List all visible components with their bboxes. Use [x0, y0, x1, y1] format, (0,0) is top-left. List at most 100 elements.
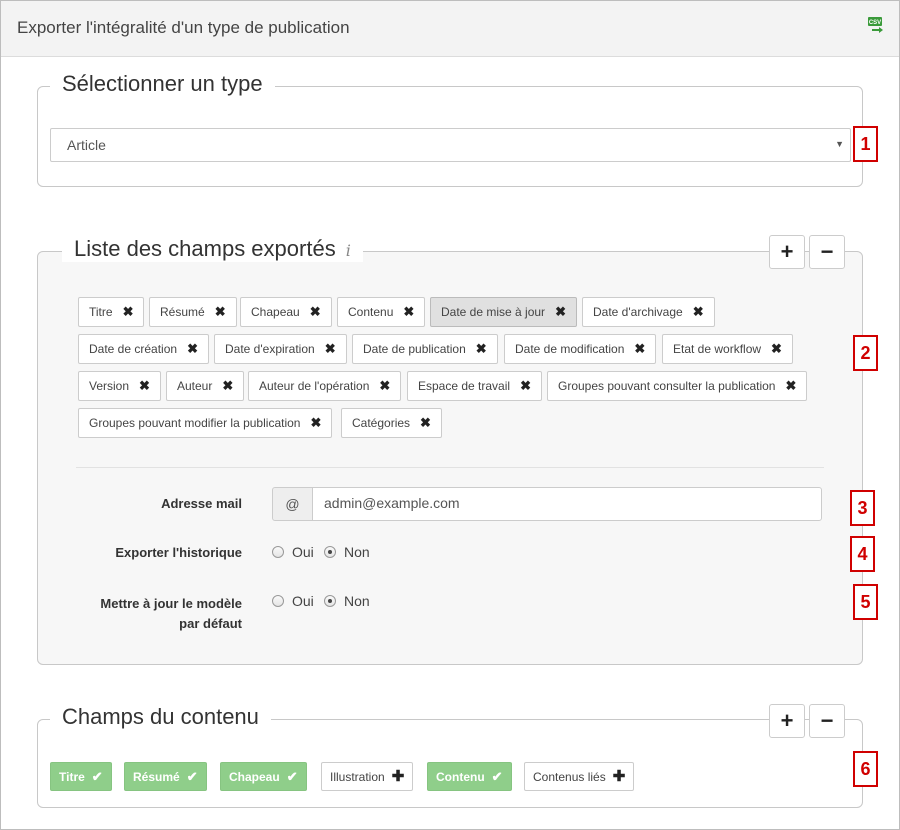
remove-icon[interactable]: ✖: [403, 304, 414, 319]
field-tag[interactable]: Etat de workflow ✖: [662, 334, 793, 364]
marker-4: 4: [850, 536, 875, 572]
field-tag-label: Auteur de l'opération: [259, 379, 370, 393]
history-no-label: Non: [344, 544, 370, 560]
fields-section-title: Liste des champs exportés: [74, 236, 336, 261]
remove-icon[interactable]: ✖: [325, 341, 336, 356]
remove-icon[interactable]: ✖: [785, 378, 796, 393]
email-input-group: @ admin@example.com: [272, 487, 822, 521]
dialog-title: Exporter l'intégralité d'un type de publ…: [17, 18, 350, 37]
field-tag[interactable]: Groupes pouvant consulter la publication…: [547, 371, 808, 401]
remove-icon[interactable]: ✖: [123, 304, 134, 319]
field-tag[interactable]: Auteur ✖: [166, 371, 245, 401]
content-section: Champs du contenu Titre ✔ Résumé ✔ Chapeau…: [37, 704, 863, 808]
type-section: Sélectionner un type Article ▼: [37, 71, 863, 187]
field-tag-label: Date de publication: [363, 342, 466, 356]
content-field-illustration[interactable]: Illustration ✚: [321, 762, 414, 791]
content-field-contenu[interactable]: Contenu ✔: [427, 762, 512, 791]
default-no-radio[interactable]: [324, 595, 336, 607]
chevron-down-icon: ▼: [835, 139, 844, 149]
field-tag[interactable]: Auteur de l'opération ✖: [248, 371, 402, 401]
field-tag[interactable]: Titre ✖: [78, 297, 145, 327]
default-no-label: Non: [344, 593, 370, 609]
remove-icon[interactable]: ✖: [555, 304, 566, 319]
fields-section-legend: Liste des champs exportés i: [62, 236, 363, 262]
default-yes-radio[interactable]: [272, 595, 284, 607]
field-tag[interactable]: Date d'expiration ✖: [214, 334, 347, 364]
marker-5: 5: [853, 584, 878, 620]
content-field-label: Illustration: [330, 770, 385, 784]
remove-icon[interactable]: ✖: [420, 415, 431, 430]
remove-icon[interactable]: ✖: [693, 304, 704, 319]
email-field[interactable]: admin@example.com: [312, 487, 822, 521]
content-add-button[interactable]: +: [769, 704, 805, 738]
dialog-titlebar: Exporter l'intégralité d'un type de publ…: [1, 1, 899, 57]
content-field-resume[interactable]: Résumé ✔: [124, 762, 207, 791]
content-field-contenus-lies[interactable]: Contenus liés ✚: [524, 762, 635, 791]
field-tag-label: Contenu: [348, 305, 394, 319]
field-tag[interactable]: Espace de travail ✖: [407, 371, 542, 401]
field-tag-label: Titre: [89, 305, 113, 319]
info-icon[interactable]: i: [346, 241, 351, 260]
fields-remove-button[interactable]: −: [809, 235, 845, 269]
form-divider: [76, 467, 824, 468]
field-tag-active[interactable]: Date de mise à jour ✖: [430, 297, 577, 327]
field-tag-label: Groupes pouvant consulter la publication: [558, 379, 776, 393]
default-model-label-line1: Mettre à jour le modèle: [100, 596, 242, 611]
content-field-label: Titre: [59, 770, 85, 784]
field-tag[interactable]: Contenu ✖: [337, 297, 426, 327]
field-tag-label: Espace de travail: [418, 379, 511, 393]
field-tag-label: Chapeau: [251, 305, 300, 319]
content-field-titre[interactable]: Titre ✔: [50, 762, 112, 791]
check-icon: ✔: [286, 769, 298, 784]
csv-export-icon[interactable]: CSV: [867, 16, 885, 34]
type-section-legend: Sélectionner un type: [50, 71, 275, 97]
field-tag[interactable]: Résumé ✖: [149, 297, 237, 327]
history-yes-label: Oui: [292, 544, 314, 560]
check-icon: ✔: [91, 769, 103, 784]
plus-icon: ✚: [391, 768, 405, 785]
fields-add-button[interactable]: +: [769, 235, 805, 269]
field-tag-label: Date d'archivage: [593, 305, 683, 319]
remove-icon[interactable]: ✖: [139, 378, 150, 393]
check-icon: ✔: [186, 769, 198, 784]
field-tag-label: Groupes pouvant modifier la publication: [89, 416, 301, 430]
content-field-label: Résumé: [133, 770, 180, 784]
remove-icon[interactable]: ✖: [520, 378, 531, 393]
marker-1: 1: [853, 126, 878, 162]
field-tag[interactable]: Date de création ✖: [78, 334, 209, 364]
content-field-label: Contenu: [436, 770, 485, 784]
plus-icon: ✚: [612, 768, 626, 785]
remove-icon[interactable]: ✖: [771, 341, 782, 356]
type-select[interactable]: Article ▼: [50, 128, 851, 162]
field-tag[interactable]: Chapeau ✖: [240, 297, 332, 327]
field-tag-label: Catégories: [352, 416, 411, 430]
field-tag-label: Date de création: [89, 342, 178, 356]
field-tag[interactable]: Date de publication ✖: [352, 334, 498, 364]
check-icon: ✔: [491, 769, 503, 784]
remove-icon[interactable]: ✖: [222, 378, 233, 393]
content-field-chapeau[interactable]: Chapeau ✔: [220, 762, 307, 791]
remove-icon[interactable]: ✖: [476, 341, 487, 356]
remove-icon[interactable]: ✖: [310, 304, 321, 319]
field-tag[interactable]: Date de modification ✖: [504, 334, 657, 364]
content-remove-button[interactable]: −: [809, 704, 845, 738]
remove-icon[interactable]: ✖: [215, 304, 226, 319]
history-no-radio[interactable]: [324, 546, 336, 558]
export-dialog: Exporter l'intégralité d'un type de publ…: [0, 0, 900, 830]
remove-icon[interactable]: ✖: [187, 341, 198, 356]
remove-icon[interactable]: ✖: [379, 378, 390, 393]
history-yes-radio[interactable]: [272, 546, 284, 558]
svg-text:CSV: CSV: [869, 20, 881, 26]
field-tag[interactable]: Date d'archivage ✖: [582, 297, 715, 327]
field-tag-label: Auteur: [177, 379, 213, 393]
remove-icon[interactable]: ✖: [634, 341, 645, 356]
email-label: Adresse mail: [161, 496, 242, 511]
remove-icon[interactable]: ✖: [310, 415, 321, 430]
default-model-label-line2: par défaut: [179, 616, 242, 631]
marker-2: 2: [853, 335, 878, 371]
field-tag-label: Version: [89, 379, 130, 393]
default-model-label: Mettre à jour le modèle par défaut: [42, 594, 242, 634]
field-tag[interactable]: Groupes pouvant modifier la publication ✖: [78, 408, 333, 438]
field-tag[interactable]: Catégories ✖: [341, 408, 442, 438]
field-tag[interactable]: Version ✖: [78, 371, 161, 401]
